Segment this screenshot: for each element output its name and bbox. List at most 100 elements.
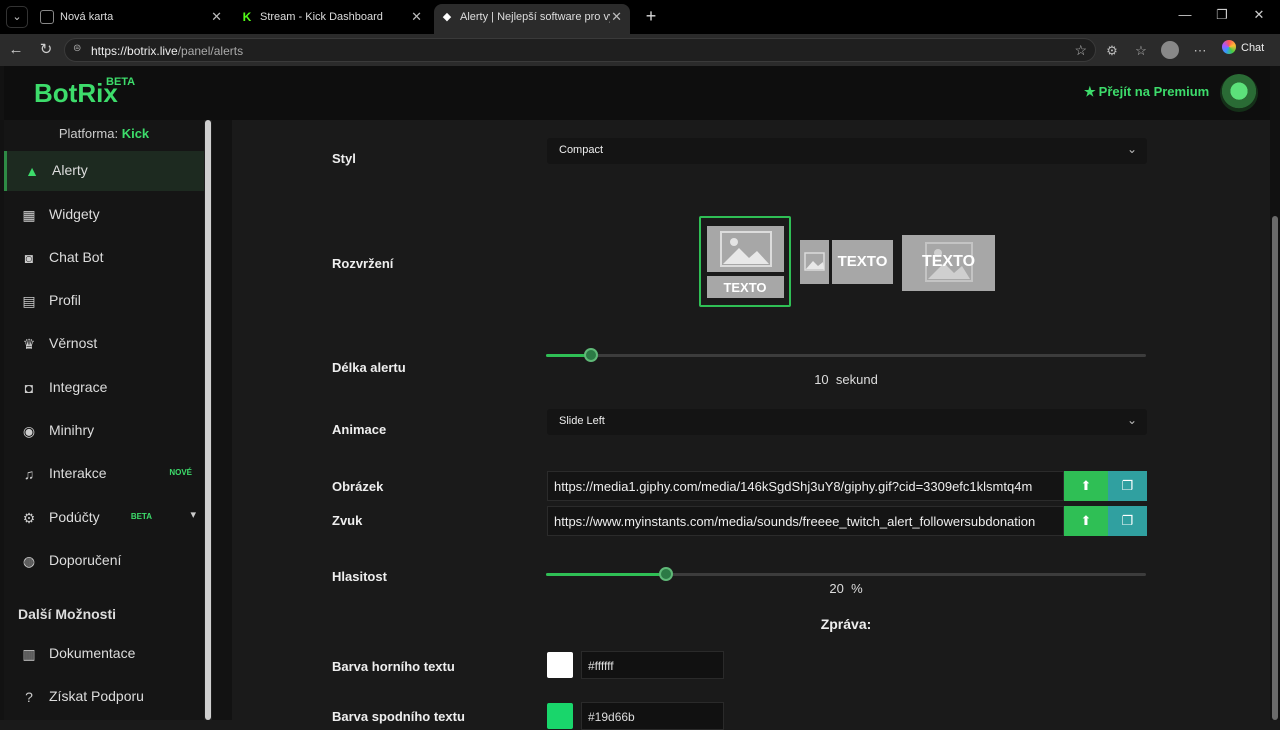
kick-favicon-icon: K <box>240 10 254 24</box>
sidebar-item-doporuceni[interactable]: ◍ Doporučení <box>4 541 204 581</box>
site-info-icon[interactable]: ⊜ <box>73 43 87 57</box>
music-icon: ♫ <box>23 466 35 482</box>
tab-title: Alerty | Nejlepší software pro vylep <box>460 11 610 23</box>
url-host: https://botrix.live <box>91 44 178 58</box>
image-label: Obrázek <box>332 479 384 494</box>
duration-slider-thumb[interactable] <box>584 348 598 362</box>
maximize-icon[interactable]: ❐ <box>1207 7 1237 23</box>
bottom-text-color-input[interactable]: #19d66b <box>581 702 724 730</box>
help-icon: ? <box>25 689 33 705</box>
sidebar-item-podpora[interactable]: ? Získat Podporu <box>4 677 204 717</box>
layout-option-side[interactable]: TEXTO <box>800 240 893 284</box>
star-icon: ★ <box>1084 84 1096 99</box>
volume-slider-thumb[interactable] <box>659 567 673 581</box>
bottom-text-color-swatch[interactable] <box>547 703 573 729</box>
layout-option-overlay[interactable]: TEXTO <box>902 235 995 291</box>
tab-new[interactable]: Nová karta ✕ <box>34 4 230 34</box>
logo-beta-badge: BETA <box>106 76 136 88</box>
discord-icon: ◘ <box>24 380 34 396</box>
more-menu-icon[interactable]: ⋯ <box>1191 42 1209 60</box>
sound-url-input[interactable]: https://www.myinstants.com/media/sounds/… <box>547 506 1064 536</box>
grid-icon: ▦ <box>22 207 36 223</box>
sidebar-item-widgety[interactable]: ▦ Widgety <box>4 195 204 235</box>
url-path: /panel/alerts <box>177 44 244 58</box>
sidebar-item-label: Dokumentace <box>49 645 136 661</box>
browser-tab-bar: ⌄ Nová karta ✕ K Stream - Kick Dashboard… <box>0 0 1280 34</box>
image-url-input[interactable]: https://media1.giphy.com/media/146kSgdSh… <box>547 471 1064 501</box>
premium-link[interactable]: ★ Přejít na Premium <box>1084 84 1209 100</box>
sidebar-scrollbar[interactable] <box>204 120 212 720</box>
window-close-icon[interactable]: ✕ <box>1244 7 1274 23</box>
new-badge: NOVÉ <box>169 468 192 477</box>
sidebar-item-vernost[interactable]: ♛ Věrnost <box>4 324 204 364</box>
sidebar-item-chat-bot[interactable]: ◙ Chat Bot <box>4 238 204 278</box>
sidebar-item-integrace[interactable]: ◘ Integrace <box>4 368 204 408</box>
tab-actions-button[interactable]: ⌄ <box>6 6 28 28</box>
more-options-title: Další Možnosti <box>18 606 117 622</box>
image-upload-button[interactable]: ⬆ <box>1064 471 1108 501</box>
page-scrollbar[interactable] <box>1270 66 1280 720</box>
sound-label: Zvuk <box>332 513 363 528</box>
volume-value-text: 20 % <box>546 581 1146 596</box>
beta-badge: BETA <box>130 512 152 521</box>
sidebar-item-label: Profil <box>49 292 81 308</box>
duration-label: Délka alertu <box>332 360 406 375</box>
duration-value-text: 10 sekund <box>546 372 1146 387</box>
bottom-text-color-label: Barva spodního textu <box>332 709 465 724</box>
alert-settings-form: Styl Compact ⌄ Rozvržení TEXTO TEXTO TEX… <box>232 120 1270 730</box>
extensions-icon[interactable]: ⚙ <box>1103 42 1121 60</box>
volume-unit: % <box>851 581 863 596</box>
volume-slider[interactable] <box>546 567 1146 581</box>
sidebar-item-minihry[interactable]: ◉ Minihry <box>4 411 204 451</box>
browser-profile-avatar[interactable] <box>1161 41 1179 59</box>
sidebar-item-profil[interactable]: ▤ Profil <box>4 281 204 321</box>
reload-icon[interactable]: ↻ <box>36 40 56 60</box>
sidebar-item-label: Interakce <box>49 465 107 481</box>
sidebar-item-label: Chat Bot <box>49 249 104 265</box>
sidebar-item-poducty[interactable]: ⚙ Podúčty BETA ▾ <box>4 498 204 538</box>
botrix-favicon-icon: ◆ <box>442 11 452 23</box>
volume-label: Hlasitost <box>332 569 387 584</box>
users-icon: ◍ <box>22 553 36 569</box>
new-tab-button[interactable]: + <box>640 5 662 27</box>
chevron-down-icon[interactable]: ▾ <box>190 508 196 521</box>
bookmark-star-icon[interactable]: ☆ <box>1074 42 1087 59</box>
sidebar-item-dokumentace[interactable]: ▥ Dokumentace <box>4 634 204 674</box>
tab-alerty[interactable]: ◆ Alerty | Nejlepší software pro vylep ✕ <box>434 4 630 34</box>
sound-gallery-button[interactable]: ❐ <box>1108 506 1147 536</box>
page-scroll-thumb[interactable] <box>1272 216 1278 720</box>
copilot-chat-button[interactable]: Chat <box>1222 40 1264 54</box>
botrix-logo[interactable]: BotRix BETA <box>34 76 135 109</box>
chevron-down-icon: ⌄ <box>1126 413 1137 427</box>
duration-unit: sekund <box>835 372 878 387</box>
chat-label: Chat <box>1241 42 1265 54</box>
back-icon[interactable]: ← <box>6 40 26 60</box>
minimize-icon[interactable]: — <box>1170 7 1200 22</box>
animation-label: Animace <box>332 422 387 437</box>
user-avatar[interactable] <box>1220 74 1258 112</box>
sidebar-item-alerty[interactable]: ▲ Alerty <box>4 151 204 191</box>
image-gallery-button[interactable]: ❐ <box>1108 471 1147 501</box>
sidebar-item-label: Integrace <box>49 379 108 395</box>
top-text-color-input[interactable]: #ffffff <box>581 651 724 679</box>
tab-kick-dashboard[interactable]: K Stream - Kick Dashboard ✕ <box>234 4 430 34</box>
premium-label: Přejít na Premium <box>1098 84 1210 99</box>
app-header: BotRix BETA ★ Přejít na Premium <box>4 66 1270 120</box>
sidebar-scroll-thumb[interactable] <box>205 120 211 720</box>
volume-slider-fill <box>546 573 666 576</box>
top-text-color-swatch[interactable] <box>547 652 573 678</box>
favorites-icon[interactable]: ☆ <box>1132 42 1150 60</box>
sidebar-item-interakce[interactable]: ♫ Interakce NOVÉ <box>4 454 204 494</box>
tab-close-icon[interactable]: ✕ <box>411 4 422 30</box>
duration-value: 10 <box>814 372 829 387</box>
duration-slider[interactable] <box>546 348 1146 362</box>
animation-select[interactable]: Slide Left ⌄ <box>547 409 1147 435</box>
style-select[interactable]: Compact ⌄ <box>547 138 1147 164</box>
sound-upload-button[interactable]: ⬆ <box>1064 506 1108 536</box>
tab-close-icon[interactable]: ✕ <box>611 4 622 30</box>
tab-close-icon[interactable]: ✕ <box>211 4 222 30</box>
url-field[interactable]: ⊜ https://botrix.live/panel/alerts ☆ <box>64 38 1096 62</box>
chevron-down-icon: ⌄ <box>1126 142 1137 156</box>
copilot-icon <box>1222 40 1236 54</box>
layout-option-stacked[interactable]: TEXTO <box>699 216 791 307</box>
